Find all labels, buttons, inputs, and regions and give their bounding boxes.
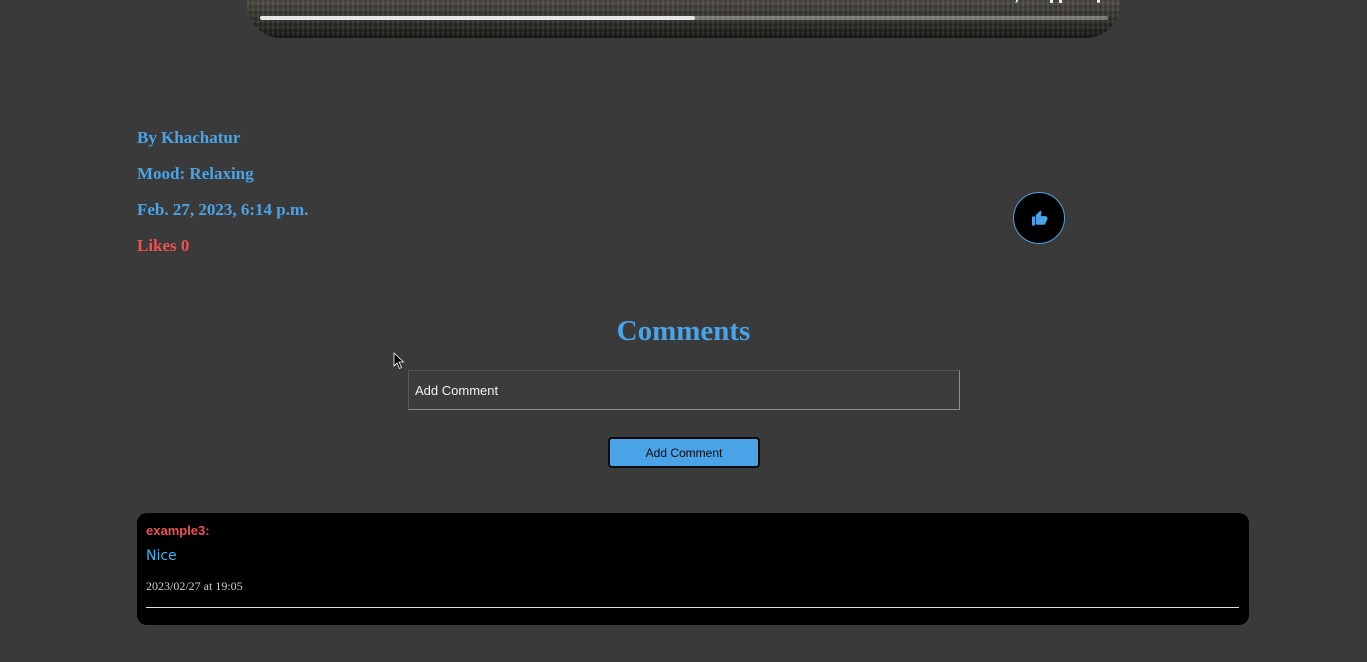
- post-author: By Khachatur: [137, 128, 241, 147]
- more-options-icon[interactable]: [1097, 0, 1100, 3]
- comments-heading: Comments: [616, 315, 751, 347]
- post-mood: Mood: Relaxing: [137, 164, 254, 183]
- like-button[interactable]: [1013, 192, 1065, 244]
- fullscreen-icon[interactable]: [1050, 0, 1062, 3]
- comment-text: Nice: [146, 548, 177, 564]
- comment-input[interactable]: [408, 370, 960, 410]
- video-progress-fill: [260, 16, 696, 20]
- video-progress-bar[interactable]: [260, 16, 1108, 20]
- video-player[interactable]: [247, 0, 1120, 38]
- thumbs-up-icon: [1031, 210, 1048, 226]
- comment-divider: [146, 607, 1239, 608]
- post-likes: Likes 0: [137, 236, 190, 255]
- comment-date: 2023/02/27 at 19:05: [146, 579, 243, 593]
- add-comment-button[interactable]: Add Comment: [608, 437, 760, 468]
- comment-card: example3: Nice 2023/02/27 at 19:05: [137, 513, 1249, 625]
- post-date: Feb. 27, 2023, 6:14 p.m.: [137, 200, 309, 219]
- mouse-cursor-icon: [393, 352, 405, 370]
- comment-author: example3:: [146, 523, 210, 538]
